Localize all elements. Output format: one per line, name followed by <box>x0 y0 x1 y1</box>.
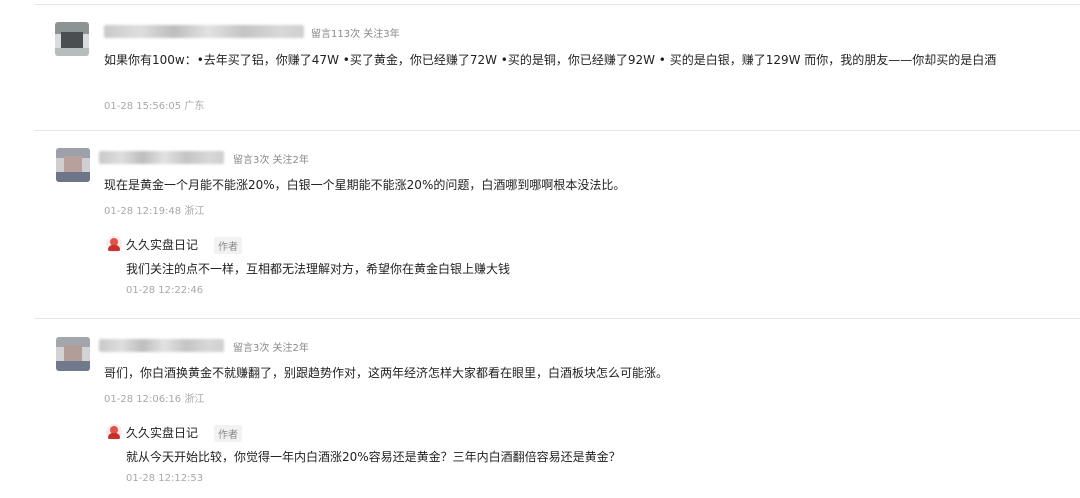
username[interactable] <box>99 339 224 352</box>
author-badge: 作者 <box>214 425 242 442</box>
author-badge: 作者 <box>214 237 242 254</box>
comment-time: 01-28 12:19:48 浙江 <box>104 206 205 217</box>
author-avatar-icon[interactable] <box>106 236 122 252</box>
divider <box>34 318 1080 319</box>
username[interactable] <box>104 25 304 38</box>
comment-text: 如果你有100w：•去年买了铝，你赚了47W •买了黄金，你已经赚了72W •买… <box>104 53 997 67</box>
author-name[interactable]: 久久实盘日记 <box>126 424 198 441</box>
user-stats: 留言113次 关注3年 <box>311 29 400 40</box>
comment-time: 01-28 12:06:16 浙江 <box>104 394 205 405</box>
divider <box>34 130 1080 131</box>
avatar[interactable] <box>56 337 90 371</box>
divider <box>34 4 1080 5</box>
author-name[interactable]: 久久实盘日记 <box>126 236 198 253</box>
reply-time: 01-28 12:22:46 <box>126 285 204 296</box>
comment-text: 哥们，你白酒换黄金不就赚翻了，别跟趋势作对，这两年经济怎样大家都看在眼里，白酒板… <box>104 366 669 380</box>
reply-text: 我们关注的点不一样，互相都无法理解对方，希望你在黄金白银上赚大钱 <box>126 262 511 276</box>
comment-text: 现在是黄金一个月能不能涨20%，白银一个星期能不能涨20%的问题，白酒哪到哪啊根… <box>104 178 626 192</box>
comment-list: 留言113次 关注3年 如果你有100w：•去年买了铝，你赚了47W •买了黄金… <box>0 0 1080 498</box>
user-stats: 留言3次 关注2年 <box>233 343 309 354</box>
username[interactable] <box>99 151 224 164</box>
author-avatar-icon[interactable] <box>106 424 122 440</box>
user-stats: 留言3次 关注2年 <box>233 155 309 166</box>
avatar[interactable] <box>56 148 90 182</box>
avatar[interactable] <box>55 22 89 56</box>
reply-text: 就从今天开始比较，你觉得一年内白酒涨20%容易还是黄金？三年内白酒翻倍容易还是黄… <box>126 450 621 464</box>
comment-time: 01-28 15:56:05 广东 <box>104 101 205 112</box>
reply-time: 01-28 12:12:53 <box>126 473 204 484</box>
